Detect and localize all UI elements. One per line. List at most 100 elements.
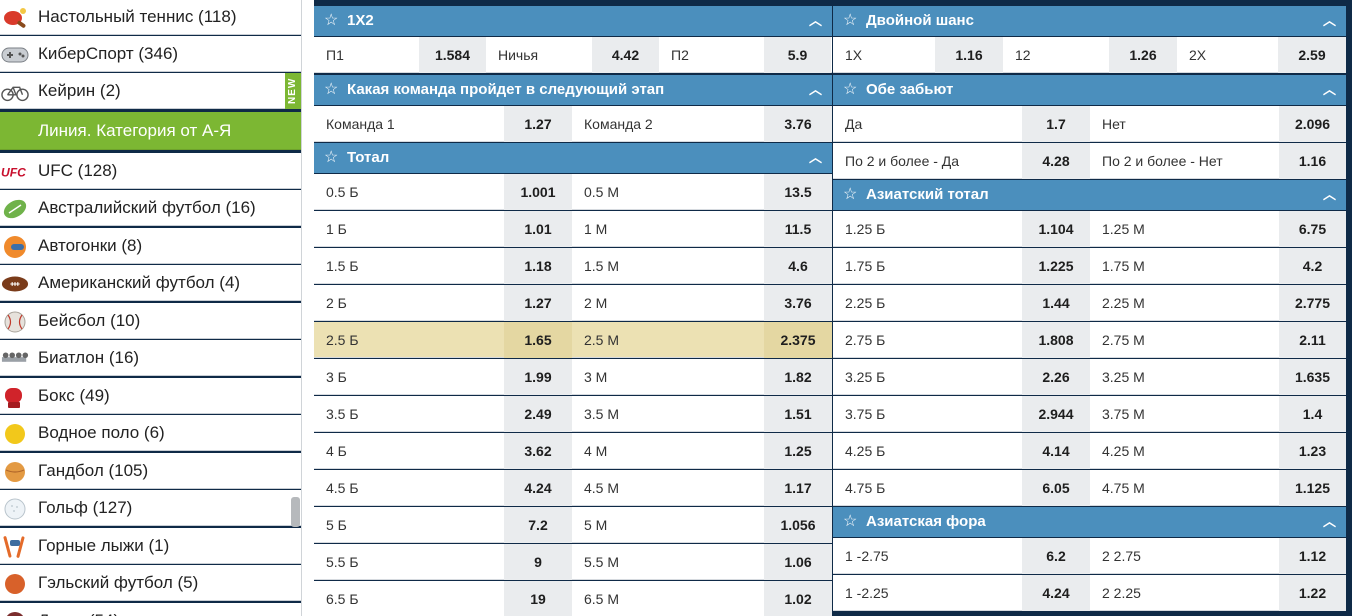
market-header[interactable]: ☆ Двойной шанс ︿ bbox=[833, 6, 1346, 36]
odds-button[interactable]: 1.808 bbox=[1022, 322, 1090, 358]
market-header[interactable]: ☆ Азиатский тотал ︿ bbox=[833, 180, 1346, 210]
sidebar-item[interactable]: Бокс (49) bbox=[0, 378, 301, 414]
sidebar-item[interactable]: Гэльский футбол (5) bbox=[0, 565, 301, 601]
sidebar-item[interactable]: Настольный теннис (118) bbox=[0, 0, 301, 35]
odds-button[interactable]: 1.104 bbox=[1022, 211, 1090, 247]
odds-button[interactable]: 4.42 bbox=[592, 37, 659, 73]
odds-button[interactable]: 1.65 bbox=[504, 322, 572, 358]
sidebar-item[interactable]: Гольф (127) bbox=[0, 490, 301, 526]
odds-button[interactable]: 2.944 bbox=[1022, 396, 1090, 432]
odds-button[interactable]: 4.14 bbox=[1022, 433, 1090, 469]
odds-button[interactable]: 4.24 bbox=[504, 470, 572, 506]
collapse-icon[interactable]: ︿ bbox=[809, 143, 822, 173]
odds-button[interactable]: 1.4 bbox=[1279, 396, 1346, 432]
odds-button[interactable]: 1.02 bbox=[764, 581, 832, 616]
odds-button[interactable]: 1.01 bbox=[504, 211, 572, 247]
star-icon[interactable]: ☆ bbox=[843, 6, 857, 36]
star-icon[interactable]: ☆ bbox=[843, 75, 857, 105]
odds-button[interactable]: 11.5 bbox=[764, 211, 832, 247]
sidebar-item[interactable]: Автогонки (8) bbox=[0, 228, 301, 264]
odds-button[interactable]: 9 bbox=[504, 544, 572, 580]
odds-button[interactable]: 1.12 bbox=[1279, 538, 1346, 574]
sidebar-item[interactable]: Кейрин (2) NEW bbox=[0, 73, 301, 109]
market-header[interactable]: ☆ Азиатская фора ︿ bbox=[833, 507, 1346, 537]
sidebar-item[interactable]: Водное поло (6) bbox=[0, 415, 301, 451]
odds-button[interactable]: 19 bbox=[504, 581, 572, 616]
odds-button[interactable]: 1.27 bbox=[504, 106, 572, 142]
sidebar-item[interactable]: Американский футбол (4) bbox=[0, 265, 301, 301]
odds-button[interactable]: 6.75 bbox=[1279, 211, 1346, 247]
ufc-logo-icon: UFC bbox=[1, 158, 29, 186]
sidebar-item[interactable]: Горные лыжи (1) bbox=[0, 528, 301, 564]
odds-button[interactable]: 2.26 bbox=[1022, 359, 1090, 395]
market-header[interactable]: ☆ Тотал ︿ bbox=[314, 143, 832, 173]
star-icon[interactable]: ☆ bbox=[324, 143, 338, 173]
odds-button[interactable]: 3.62 bbox=[504, 433, 572, 469]
odds-button[interactable]: 1.16 bbox=[1279, 143, 1346, 179]
outcome-label: 1X bbox=[845, 47, 863, 63]
odds-button[interactable]: 6.2 bbox=[1022, 538, 1090, 574]
market-header[interactable]: ☆ 1X2 ︿ bbox=[314, 6, 832, 36]
odds-button[interactable]: 2.49 bbox=[504, 396, 572, 432]
odds-button[interactable]: 1.99 bbox=[504, 359, 572, 395]
collapse-icon[interactable]: ︿ bbox=[809, 75, 822, 105]
odds-button[interactable]: 1.7 bbox=[1022, 106, 1090, 142]
star-icon[interactable]: ☆ bbox=[324, 75, 338, 105]
sidebar-item[interactable]: Бейсбол (10) bbox=[0, 303, 301, 339]
odds-button[interactable]: 1.26 bbox=[1109, 37, 1177, 73]
sidebar-scrollbar[interactable] bbox=[301, 0, 314, 616]
odds-button[interactable]: 2.59 bbox=[1278, 37, 1346, 73]
collapse-icon[interactable]: ︿ bbox=[1323, 180, 1336, 210]
outcome-row: По 2 и более - Да 4.28 По 2 и более - Нет 1… bbox=[833, 143, 1346, 179]
odds-button[interactable]: 1.51 bbox=[764, 396, 832, 432]
odds-button[interactable]: 1.125 bbox=[1279, 470, 1346, 506]
odds-button[interactable]: 3.76 bbox=[764, 106, 832, 142]
odds-button[interactable]: 1.25 bbox=[764, 433, 832, 469]
market-header[interactable]: ☆ Какая команда пройдет в следующий этап ︿ bbox=[314, 75, 832, 105]
odds-button[interactable]: 1.001 bbox=[504, 174, 572, 210]
market-header[interactable]: ☆ Обе забьют ︿ bbox=[833, 75, 1346, 105]
odds-button[interactable]: 2.375 bbox=[764, 322, 832, 358]
odds-button[interactable]: 1.82 bbox=[764, 359, 832, 395]
odds-button[interactable]: 1.06 bbox=[764, 544, 832, 580]
odds-button[interactable]: 6.05 bbox=[1022, 470, 1090, 506]
odds-button[interactable]: 1.18 bbox=[504, 248, 572, 284]
sidebar-item[interactable]: UFC UFC (128) bbox=[0, 153, 301, 189]
sidebar-item[interactable]: Биатлон (16) bbox=[0, 340, 301, 376]
odds-button[interactable]: 4.2 bbox=[1279, 248, 1346, 284]
odds-button[interactable]: 1.056 bbox=[764, 507, 832, 543]
aussie-ball-icon bbox=[1, 195, 29, 223]
odds-button[interactable]: 1.44 bbox=[1022, 285, 1090, 321]
collapse-icon[interactable]: ︿ bbox=[1323, 6, 1336, 36]
sidebar-item[interactable]: Гандбол (105) bbox=[0, 453, 301, 489]
odds-button[interactable]: 1.584 bbox=[419, 37, 486, 73]
collapse-icon[interactable]: ︿ bbox=[1323, 507, 1336, 537]
star-icon[interactable]: ☆ bbox=[843, 180, 857, 210]
sidebar-item[interactable]: Австралийский футбол (16) bbox=[0, 190, 301, 226]
odds-button[interactable]: 1.22 bbox=[1279, 575, 1346, 611]
star-icon[interactable]: ☆ bbox=[843, 507, 857, 537]
odds-button[interactable]: 3.76 bbox=[764, 285, 832, 321]
odds-button[interactable]: 1.225 bbox=[1022, 248, 1090, 284]
sidebar-item[interactable]: Дартс (54) bbox=[0, 603, 301, 616]
odds-button[interactable]: 4.6 bbox=[764, 248, 832, 284]
odds-button[interactable]: 1.635 bbox=[1279, 359, 1346, 395]
odds-button[interactable]: 2.11 bbox=[1279, 322, 1346, 358]
odds-button[interactable]: 5.9 bbox=[764, 37, 831, 73]
line-category-header[interactable]: Линия. Категория от А-Я bbox=[0, 112, 301, 150]
odds-button[interactable]: 1.17 bbox=[764, 470, 832, 506]
collapse-icon[interactable]: ︿ bbox=[1323, 75, 1336, 105]
sidebar-item[interactable]: КиберСпорт (346) bbox=[0, 36, 301, 72]
odds-button[interactable]: 4.28 bbox=[1022, 143, 1090, 179]
odds-button[interactable]: 2.775 bbox=[1279, 285, 1346, 321]
sidebar-scroll-thumb[interactable] bbox=[291, 497, 300, 527]
odds-button[interactable]: 1.23 bbox=[1279, 433, 1346, 469]
star-icon[interactable]: ☆ bbox=[324, 6, 338, 36]
collapse-icon[interactable]: ︿ bbox=[809, 6, 822, 36]
odds-button[interactable]: 1.16 bbox=[935, 37, 1003, 73]
odds-button[interactable]: 7.2 bbox=[504, 507, 572, 543]
odds-button[interactable]: 4.24 bbox=[1022, 575, 1090, 611]
odds-button[interactable]: 13.5 bbox=[764, 174, 832, 210]
odds-button[interactable]: 1.27 bbox=[504, 285, 572, 321]
odds-button[interactable]: 2.096 bbox=[1279, 106, 1346, 142]
